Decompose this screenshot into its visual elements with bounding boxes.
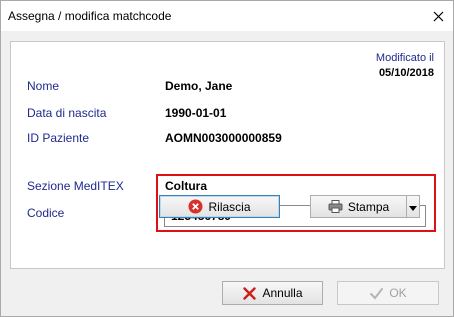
print-button-label: Stampa [347, 199, 390, 214]
patient-id-label: ID Paziente [27, 131, 90, 145]
print-options-dropdown[interactable] [406, 195, 420, 218]
x-icon [242, 286, 257, 301]
code-label: Codice [27, 206, 65, 220]
patient-id-value: AOMN003000000859 [165, 131, 282, 145]
release-button[interactable]: Rilascia [159, 195, 280, 218]
name-label: Nome [27, 79, 60, 93]
print-button[interactable]: Stampa [310, 195, 407, 218]
cancel-button[interactable]: Annulla [222, 281, 323, 305]
close-button[interactable] [423, 1, 453, 31]
ok-button[interactable]: OK [337, 281, 439, 305]
modified-date: 05/10/2018 [378, 67, 434, 79]
modified-label: Modificato il [375, 52, 434, 64]
printer-icon [328, 199, 343, 214]
chevron-down-icon [409, 200, 417, 214]
dob-label: Data di nascita [27, 106, 107, 120]
name-value: Demo, Jane [165, 79, 233, 93]
close-icon [433, 11, 443, 21]
section-value: Coltura [165, 179, 207, 193]
release-button-label: Rilascia [208, 199, 251, 214]
window-title: Assegna / modifica matchcode [8, 9, 172, 23]
dialog-window: Assegna / modifica matchcode Modificato … [0, 0, 454, 317]
check-icon [369, 286, 384, 301]
dob-value: 1990-01-01 [165, 106, 227, 120]
ok-button-label: OK [389, 286, 407, 300]
title-bar: Assegna / modifica matchcode [1, 1, 453, 31]
section-label: Sezione MedITEX [27, 179, 124, 193]
details-panel: Modificato il 05/10/2018 Nome Demo, Jane… [10, 41, 445, 269]
error-x-icon [188, 199, 203, 214]
cancel-button-label: Annulla [262, 286, 303, 300]
